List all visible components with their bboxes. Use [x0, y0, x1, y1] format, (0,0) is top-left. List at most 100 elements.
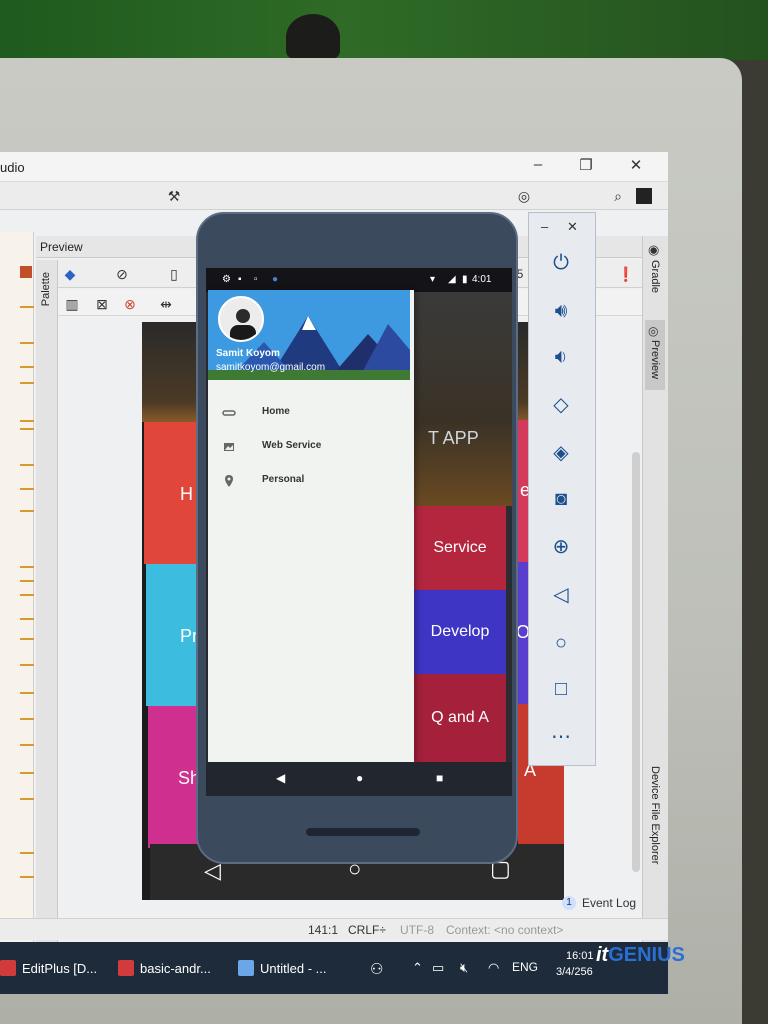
link-icon [222, 410, 236, 416]
app-title-text: T APP [428, 428, 479, 448]
line-separator[interactable]: CRLF÷ [348, 923, 386, 937]
preview-side-tab[interactable]: Preview [649, 340, 661, 379]
preview-title: Preview [40, 240, 83, 254]
minimize-button[interactable]: – [524, 156, 552, 173]
gutter-tick [20, 718, 34, 720]
preview-scrollbar[interactable] [632, 452, 640, 872]
drawer-header: Samit Koyom samitkoyom@gmail.com [208, 290, 410, 380]
context-indicator[interactable]: Context: <no context> [446, 923, 563, 937]
file-encoding[interactable]: UTF-8 [400, 923, 434, 937]
language-indicator[interactable]: ENG [512, 960, 538, 974]
gradle-icon[interactable]: ◉ [648, 242, 659, 258]
emulator-speaker [306, 828, 420, 836]
person-head [286, 14, 340, 60]
orientation-icon[interactable]: ⊘ [112, 264, 132, 284]
zoom-icon[interactable]: ⊕ [547, 533, 575, 561]
emulator-home-icon[interactable]: ● [356, 771, 363, 785]
menu-label: Home [262, 406, 290, 417]
eye-icon[interactable]: ◎ [648, 324, 658, 338]
ide-titlebar: udio – ❐ ✕ [0, 152, 668, 182]
wifi-icon[interactable]: ◠ [488, 960, 499, 976]
qanda-tile[interactable]: Q and A [414, 674, 506, 762]
signal-icon: ◢ [448, 274, 456, 285]
sync-icon[interactable]: ◎ [514, 186, 534, 206]
user-name: Samit Koyom [216, 348, 280, 359]
panel-close-button[interactable]: ✕ [567, 219, 578, 235]
volume-down-icon[interactable]: 🔉︎ [547, 343, 575, 371]
warning-icon[interactable]: ❗ [616, 264, 636, 284]
right-tool-strip: ◉ Gradle ◎ Preview Device File Explorer [642, 236, 668, 956]
rotate-right-icon[interactable]: ◈ [547, 439, 575, 467]
tray-up-icon[interactable]: ⌃ [412, 960, 423, 976]
editor-gutter [0, 232, 34, 952]
paint-icon [238, 960, 254, 976]
cursor-position[interactable]: 141:1 [308, 923, 338, 937]
gutter-tick [20, 664, 34, 666]
emulator-overview-icon[interactable]: ■ [436, 771, 443, 785]
avatar[interactable] [218, 296, 264, 342]
gradle-tab[interactable]: Gradle [649, 260, 661, 293]
overview-icon[interactable]: □ [547, 675, 575, 703]
fit-icon[interactable]: ⊠ [92, 294, 112, 314]
emulator-status-bar: ⚙ ▪ ▫ ● ▾ ◢ ▮ 4:01 [206, 268, 512, 292]
gutter-tick [20, 594, 34, 596]
people-icon[interactable]: ⚇ [370, 960, 383, 978]
event-log-badge: 1 [562, 896, 576, 910]
maximize-button[interactable]: ❐ [572, 156, 600, 174]
rotate-left-icon[interactable]: ◇ [547, 391, 575, 419]
emulator-back-icon[interactable]: ◀ [276, 771, 285, 785]
gutter-tick [20, 798, 34, 800]
menu-item-personal[interactable]: Personal [208, 466, 414, 496]
develop-tile[interactable]: Develop [414, 590, 506, 674]
watermark-genius: GENIUS [608, 944, 685, 966]
layers-icon[interactable]: ◆ [60, 264, 80, 284]
volume-up-icon[interactable]: 🔊︎ [547, 297, 575, 325]
taskbar-pdf[interactable]: basic-andr... [118, 960, 211, 976]
home-icon[interactable]: ○ [547, 629, 575, 657]
gutter-tick [20, 464, 34, 466]
gutter-marker-icon [20, 266, 32, 278]
windows-taskbar: EditPlus [D... basic-andr... Untitled - … [0, 942, 668, 994]
gutter-tick [20, 852, 34, 854]
clock-date[interactable]: 3/4/256 [556, 966, 593, 978]
menu-label: Web Service [262, 440, 322, 451]
user-email: samitkoyom@gmail.com [216, 362, 326, 373]
menu-item-home[interactable]: Home [208, 398, 414, 428]
mute-icon[interactable]: 🔇︎ [460, 960, 468, 976]
clear-icon[interactable]: ⊗ [120, 294, 140, 314]
device-file-explorer-tab[interactable]: Device File Explorer [649, 766, 661, 864]
camera-icon[interactable]: ◙ [547, 485, 575, 513]
resize-icon[interactable]: ⇹ [156, 294, 176, 314]
split-view-icon[interactable]: ▥ [62, 294, 82, 314]
design-tile: H [144, 422, 202, 564]
hammer-icon[interactable]: ⚒ [164, 186, 184, 206]
emulator-nav-bar: ◀ ● ■ [206, 762, 512, 796]
gutter-tick [20, 306, 34, 308]
menu-item-web-service[interactable]: Web Service [208, 432, 414, 462]
event-log-button[interactable]: Event Log [582, 896, 636, 910]
settings-icon: ⚙ [222, 274, 231, 285]
gutter-tick [20, 638, 34, 640]
emulator-clock: 4:01 [472, 274, 492, 285]
keyboard-icon[interactable]: ▭ [432, 960, 444, 976]
close-button[interactable]: ✕ [622, 156, 650, 174]
notification-icon: ▪ [238, 274, 242, 285]
taskbar-paint[interactable]: Untitled - ... [238, 960, 326, 976]
gutter-tick [20, 744, 34, 746]
back-icon[interactable]: ◁ [547, 581, 575, 609]
panel-minimize-button[interactable]: – [541, 219, 548, 234]
power-icon[interactable]: ⏻ [547, 249, 575, 277]
gutter-tick [20, 772, 34, 774]
device-icon[interactable]: ▯ [164, 264, 184, 284]
search-icon[interactable]: ⌕ [608, 186, 628, 206]
gutter-tick [20, 876, 34, 878]
service-tile[interactable]: Service [414, 506, 506, 590]
app-header-image [414, 292, 512, 506]
more-icon[interactable]: ⋯ [547, 723, 575, 751]
clock-time[interactable]: 16:01 [566, 950, 594, 962]
gutter-tick [20, 428, 34, 430]
terminal-icon[interactable] [636, 188, 652, 204]
palette-tab[interactable]: Palette [40, 272, 52, 306]
gutter-tick [20, 618, 34, 620]
taskbar-editplus[interactable]: EditPlus [D... [0, 960, 97, 976]
